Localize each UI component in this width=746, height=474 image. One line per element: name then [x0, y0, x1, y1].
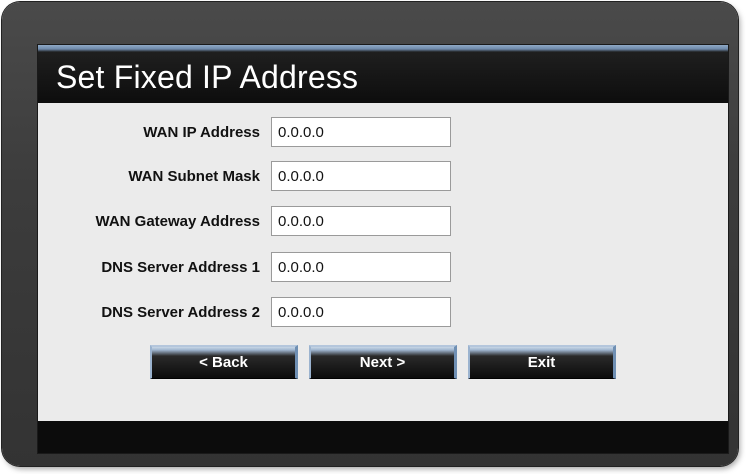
dns-server-address-1-input[interactable] [271, 252, 451, 282]
dns-server-address-1-label: DNS Server Address 1 [101, 259, 260, 276]
wan-gateway-address-label: WAN Gateway Address [95, 213, 261, 230]
wan-subnet-mask-input[interactable] [271, 161, 451, 191]
title-bar: Set Fixed IP Address [38, 45, 728, 103]
dns-server-address-2-input[interactable] [271, 297, 451, 327]
form-row-wan-gateway: WAN Gateway Address [38, 206, 728, 238]
dns-server-address-2-label: DNS Server Address 2 [101, 304, 260, 321]
wan-subnet-mask-label: WAN Subnet Mask [128, 168, 260, 185]
next-button[interactable]: Next > [309, 345, 457, 379]
form-row-wan-ip: WAN IP Address [38, 117, 728, 149]
form-row-wan-subnet: WAN Subnet Mask [38, 161, 728, 193]
form-row-dns-2: DNS Server Address 2 [38, 297, 728, 329]
exit-button[interactable]: Exit [468, 345, 616, 379]
wan-ip-address-label: WAN IP Address [143, 124, 260, 141]
bottom-bar [38, 421, 728, 453]
page-title: Set Fixed IP Address [56, 59, 359, 95]
wan-gateway-address-input[interactable] [271, 206, 451, 236]
form-row-dns-1: DNS Server Address 1 [38, 252, 728, 284]
wizard-frame: Set Fixed IP Address WAN IP Address WAN … [2, 2, 738, 466]
back-button[interactable]: < Back [150, 345, 298, 379]
wan-ip-address-input[interactable] [271, 117, 451, 147]
wizard-panel: Set Fixed IP Address WAN IP Address WAN … [37, 44, 729, 454]
